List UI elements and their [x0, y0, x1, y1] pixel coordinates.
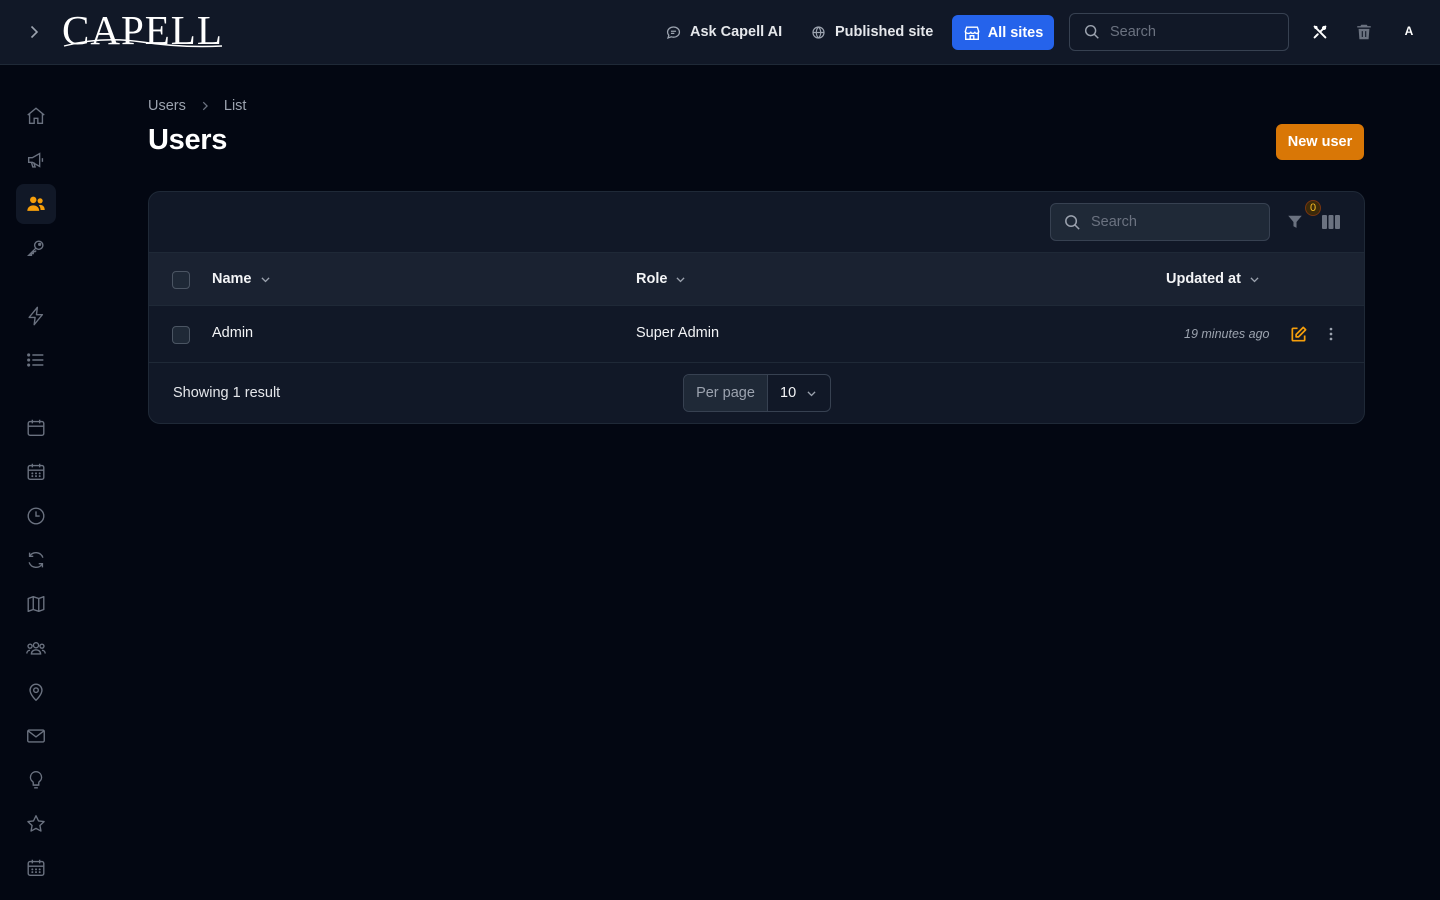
column-header-name[interactable]: Name — [212, 271, 272, 287]
logo-swoosh-icon — [63, 39, 223, 48]
table-search — [1050, 203, 1270, 241]
global-search — [1069, 13, 1289, 51]
clock-icon — [25, 505, 47, 527]
chevron-down-icon — [674, 273, 687, 286]
sidebar-item-automations[interactable] — [16, 296, 56, 336]
ask-ai-label: Ask Capell AI — [690, 24, 783, 40]
map-pin-icon — [25, 681, 47, 703]
sidebar-item-groups[interactable] — [16, 628, 56, 668]
envelope-icon — [25, 725, 47, 747]
building-storefront-icon — [963, 24, 981, 42]
table-footer: Showing 1 result Per page 10 — [149, 363, 1364, 423]
page-title: Users — [148, 124, 228, 156]
pencil-square-icon[interactable] — [1289, 325, 1308, 344]
sidebar-item-keys[interactable] — [16, 228, 56, 268]
key-icon — [25, 237, 47, 259]
published-site-label: Published site — [835, 24, 934, 40]
search-icon — [1083, 23, 1101, 41]
published-site-link[interactable]: Published site — [810, 20, 933, 44]
all-sites-label: All sites — [987, 24, 1044, 41]
column-header-updated-at[interactable]: Updated at — [1166, 271, 1261, 287]
home-icon — [25, 105, 47, 127]
calendar-icon — [25, 417, 47, 439]
cell-role: Super Admin — [636, 325, 720, 341]
per-page-label: Per page — [684, 375, 768, 411]
column-label: Updated at — [1166, 271, 1241, 287]
chevron-down-icon — [259, 273, 272, 286]
columns-icon[interactable] — [1321, 213, 1341, 231]
global-search-input[interactable] — [1110, 24, 1260, 40]
user-group-icon — [25, 637, 47, 659]
light-bulb-icon — [25, 769, 47, 791]
chevron-down-icon — [805, 387, 818, 400]
column-label: Role — [636, 271, 668, 287]
sidebar-item-history[interactable] — [16, 496, 56, 536]
table-search-input[interactable] — [1091, 214, 1241, 230]
calendar-days-icon — [25, 857, 47, 879]
chat-bubble-icon — [665, 24, 682, 41]
sidebar-item-calendar[interactable] — [16, 408, 56, 448]
sidebar-item-calendar-days[interactable] — [16, 452, 56, 492]
sidebar-item-favorites[interactable] — [16, 804, 56, 844]
users-table: 0 Name Role Updated at Admin Super Admin… — [148, 191, 1365, 424]
sidebar-item-schedule[interactable] — [16, 848, 56, 888]
table-header: Name Role Updated at — [149, 253, 1364, 306]
globe-icon — [810, 24, 827, 41]
star-icon — [25, 813, 47, 835]
sidebar — [0, 65, 72, 900]
column-header-role[interactable]: Role — [636, 271, 687, 287]
row-checkbox[interactable] — [172, 326, 190, 344]
bolt-icon — [25, 305, 47, 327]
ellipsis-vertical-icon[interactable] — [1322, 325, 1340, 343]
search-icon — [1063, 213, 1082, 232]
wrench-screwdriver-icon[interactable] — [1311, 23, 1329, 41]
sidebar-item-maps[interactable] — [16, 584, 56, 624]
breadcrumb-users[interactable]: Users — [148, 98, 186, 114]
result-count: Showing 1 result — [173, 385, 281, 401]
sidebar-item-sync[interactable] — [16, 540, 56, 580]
map-icon — [25, 593, 47, 615]
sidebar-item-messages[interactable] — [16, 716, 56, 756]
expand-sidebar-chevron-icon[interactable] — [24, 22, 44, 42]
sidebar-item-ideas[interactable] — [16, 760, 56, 800]
new-user-button[interactable]: New user — [1276, 124, 1364, 160]
breadcrumb-list: List — [223, 98, 247, 114]
cell-updated-at: 19 minutes ago — [1184, 327, 1270, 341]
cell-name: Admin — [212, 325, 254, 341]
per-page-select[interactable]: Per page 10 — [683, 374, 831, 412]
sidebar-item-home[interactable] — [16, 96, 56, 136]
users-icon — [25, 193, 47, 215]
filter-icon[interactable] — [1286, 213, 1304, 231]
per-page-value: 10 — [780, 385, 797, 401]
sidebar-item-locations[interactable] — [16, 672, 56, 712]
trash-icon[interactable] — [1355, 23, 1373, 41]
calendar-days-icon — [25, 461, 47, 483]
sidebar-item-users[interactable] — [16, 184, 56, 224]
top-bar: CAPELL Ask Capell AI Published site All … — [0, 0, 1440, 65]
column-label: Name — [212, 271, 252, 287]
user-avatar[interactable]: A — [1396, 18, 1422, 44]
chevron-down-icon — [1248, 273, 1261, 286]
filter-count-badge: 0 — [1305, 200, 1321, 216]
table-row[interactable]: Admin Super Admin 19 minutes ago — [149, 306, 1364, 363]
megaphone-icon — [25, 149, 47, 171]
sidebar-item-list[interactable] — [16, 340, 56, 380]
list-icon — [25, 349, 47, 371]
all-sites-button[interactable]: All sites — [952, 15, 1054, 50]
per-page-dropdown[interactable]: 10 — [768, 375, 830, 411]
select-all-checkbox[interactable] — [172, 271, 190, 289]
table-toolbar: 0 — [149, 192, 1364, 253]
refresh-icon — [25, 549, 47, 571]
chevron-right-icon — [198, 99, 212, 113]
sidebar-item-announcements[interactable] — [16, 140, 56, 180]
breadcrumb: Users List — [148, 96, 246, 116]
ask-ai-link[interactable]: Ask Capell AI — [665, 20, 782, 44]
